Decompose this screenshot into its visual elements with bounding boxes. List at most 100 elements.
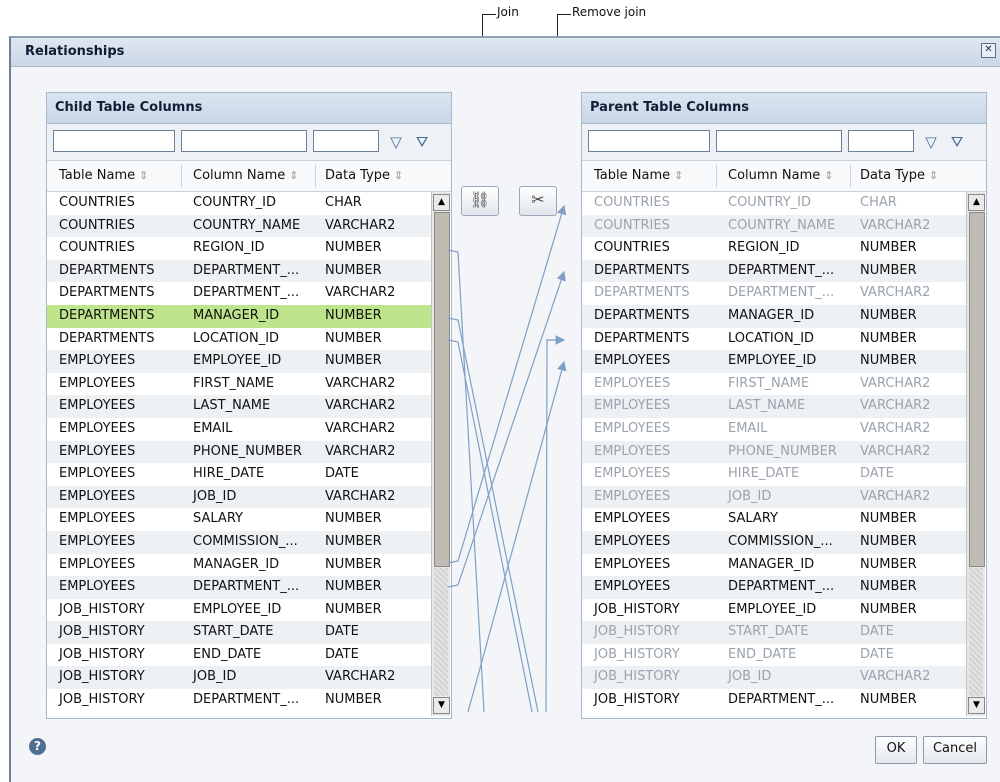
remove-join-button[interactable]: ✂ [519,186,557,216]
child-table-row[interactable]: EMPLOYEES SALARY NUMBER [47,508,431,531]
column-name-cell: COUNTRY_NAME [728,217,836,233]
child-table-row[interactable]: JOB_HISTORY START_DATE DATE [47,621,431,644]
parent-scrollbar[interactable]: ▲ ▼ [966,192,985,716]
scroll-down-icon[interactable]: ▼ [968,697,985,714]
clear-filter-icon[interactable]: ⛛ [413,133,431,151]
child-filter-data-type[interactable] [313,130,379,152]
column-name-cell: HIRE_DATE [193,466,265,482]
child-table-row[interactable]: JOB_HISTORY END_DATE DATE [47,644,431,667]
join-button[interactable]: ⛓ [461,186,499,216]
parent-table-row[interactable]: EMPLOYEES EMPLOYEE_ID NUMBER [582,350,966,373]
table-name-cell: JOB_HISTORY [59,601,145,617]
table-name-cell: EMPLOYEES [59,420,136,436]
parent-table-row[interactable]: EMPLOYEES FIRST_NAME VARCHAR2 [582,373,966,396]
parent-table-row[interactable]: COUNTRIES COUNTRY_ID CHAR [582,192,966,215]
parent-table-row[interactable]: EMPLOYEES SALARY NUMBER [582,508,966,531]
parent-header-table-name[interactable]: Table Name ⇕ [594,168,683,183]
child-table-row[interactable]: DEPARTMENTS LOCATION_ID NUMBER [47,328,431,351]
table-name-cell: DEPARTMENTS [59,262,155,278]
parent-table-row[interactable]: DEPARTMENTS LOCATION_ID NUMBER [582,328,966,351]
child-table-row[interactable]: EMPLOYEES LAST_NAME VARCHAR2 [47,395,431,418]
parent-table-row[interactable]: DEPARTMENTS DEPARTMENT_... VARCHAR2 [582,282,966,305]
child-filter-column-name[interactable] [181,130,307,152]
close-icon[interactable]: ✕ [981,43,996,58]
child-table-row[interactable]: EMPLOYEES FIRST_NAME VARCHAR2 [47,373,431,396]
scroll-down-icon[interactable]: ▼ [433,697,450,714]
child-header-data-type[interactable]: Data Type ⇕ [325,168,403,183]
parent-table-row[interactable]: DEPARTMENTS MANAGER_ID NUMBER [582,304,966,328]
cancel-button[interactable]: Cancel [923,736,987,764]
parent-table-row[interactable]: COUNTRIES COUNTRY_NAME VARCHAR2 [582,214,966,238]
parent-table-row[interactable]: EMPLOYEES HIRE_DATE DATE [582,463,966,486]
parent-table-row[interactable]: EMPLOYEES PHONE_NUMBER VARCHAR2 [582,440,966,464]
child-table-row[interactable]: DEPARTMENTS DEPARTMENT_... NUMBER [47,259,431,283]
parent-table-row[interactable]: EMPLOYEES EMAIL VARCHAR2 [582,418,966,441]
scroll-up-icon[interactable]: ▲ [433,194,450,211]
parent-table-row[interactable]: EMPLOYEES MANAGER_ID NUMBER [582,554,966,577]
child-scrollbar[interactable]: ▲ ▼ [431,192,450,716]
child-table-row[interactable]: EMPLOYEES PHONE_NUMBER VARCHAR2 [47,440,431,464]
parent-table-row[interactable]: JOB_HISTORY DEPARTMENT_... NUMBER [582,689,966,712]
parent-table-row[interactable]: JOB_HISTORY START_DATE DATE [582,621,966,644]
child-filter-table-name[interactable] [53,130,175,152]
parent-header-column-name[interactable]: Column Name ⇕ [728,168,834,183]
data-type-cell: NUMBER [860,511,917,527]
column-name-cell: LOCATION_ID [193,330,280,346]
table-name-cell: JOB_HISTORY [594,669,680,685]
child-table-row[interactable]: EMPLOYEES DEPARTMENT_... NUMBER [47,576,431,599]
data-type-cell: DATE [860,646,894,662]
child-header-table-name[interactable]: Table Name ⇕ [59,168,148,183]
child-table-row[interactable]: JOB_HISTORY EMPLOYEE_ID NUMBER [47,599,431,622]
column-name-cell: MANAGER_ID [728,307,815,323]
child-table-row[interactable]: COUNTRIES REGION_ID NUMBER [47,237,431,260]
parent-table-row[interactable]: COUNTRIES REGION_ID NUMBER [582,237,966,260]
parent-table-row[interactable]: DEPARTMENTS DEPARTMENT_... NUMBER [582,259,966,283]
child-table-row[interactable]: EMPLOYEES MANAGER_ID NUMBER [47,554,431,577]
data-type-cell: VARCHAR2 [860,217,931,233]
scroll-thumb[interactable] [434,212,450,567]
child-header-column-name[interactable]: Column Name ⇕ [193,168,299,183]
child-table-row[interactable]: EMPLOYEES HIRE_DATE DATE [47,463,431,486]
column-name-cell: COUNTRY_ID [728,195,811,210]
child-table-row[interactable]: JOB_HISTORY JOB_ID VARCHAR2 [47,666,431,690]
data-type-cell: VARCHAR2 [860,669,931,685]
data-type-cell: NUMBER [860,579,917,595]
scroll-track[interactable] [969,568,983,696]
ok-button[interactable]: OK [875,736,917,764]
parent-table-row[interactable]: JOB_HISTORY EMPLOYEE_ID NUMBER [582,599,966,622]
parent-filter-column-name[interactable] [716,130,842,152]
parent-table-row[interactable]: EMPLOYEES LAST_NAME VARCHAR2 [582,395,966,418]
filter-icon[interactable]: ▽ [387,133,405,151]
data-type-cell: NUMBER [325,240,382,256]
table-name-cell: JOB_HISTORY [59,624,145,640]
parent-table-row[interactable]: EMPLOYEES COMMISSION_... NUMBER [582,530,966,554]
scroll-thumb[interactable] [969,212,985,567]
scroll-up-icon[interactable]: ▲ [968,194,985,211]
child-table-row[interactable]: COUNTRIES COUNTRY_ID CHAR [47,192,431,215]
column-name-cell: REGION_ID [728,240,800,256]
child-panel-header: Child Table Columns [47,93,451,124]
column-name-cell: EMPLOYEE_ID [728,353,817,369]
filter-icon[interactable]: ▽ [922,133,940,151]
child-table-row[interactable]: JOB_HISTORY DEPARTMENT_... NUMBER [47,689,431,712]
clear-filter-icon[interactable]: ⛛ [948,133,966,151]
child-table-row[interactable]: EMPLOYEES COMMISSION_... NUMBER [47,530,431,554]
parent-table-row[interactable]: JOB_HISTORY END_DATE DATE [582,644,966,667]
scroll-track[interactable] [434,568,448,696]
child-table-row[interactable]: DEPARTMENTS MANAGER_ID NUMBER [47,304,431,328]
child-rows: COUNTRIES COUNTRY_ID CHAR COUNTRIES COUNTRY_… [47,192,431,718]
child-table-row[interactable]: DEPARTMENTS DEPARTMENT_... VARCHAR2 [47,282,431,305]
child-table-row[interactable]: EMPLOYEES EMAIL VARCHAR2 [47,418,431,441]
parent-header-data-type[interactable]: Data Type ⇕ [860,168,938,183]
child-table-row[interactable]: EMPLOYEES EMPLOYEE_ID NUMBER [47,350,431,373]
parent-filter-data-type[interactable] [848,130,914,152]
parent-table-row[interactable]: EMPLOYEES DEPARTMENT_... NUMBER [582,576,966,599]
parent-table-row[interactable]: EMPLOYEES JOB_ID VARCHAR2 [582,485,966,509]
parent-filter-table-name[interactable] [588,130,710,152]
column-name-cell: PHONE_NUMBER [193,443,302,459]
child-table-row[interactable]: COUNTRIES COUNTRY_NAME VARCHAR2 [47,214,431,238]
data-type-cell: CHAR [860,195,897,210]
child-table-row[interactable]: EMPLOYEES JOB_ID VARCHAR2 [47,485,431,509]
help-icon[interactable]: ? [29,738,46,755]
parent-table-row[interactable]: JOB_HISTORY JOB_ID VARCHAR2 [582,666,966,690]
